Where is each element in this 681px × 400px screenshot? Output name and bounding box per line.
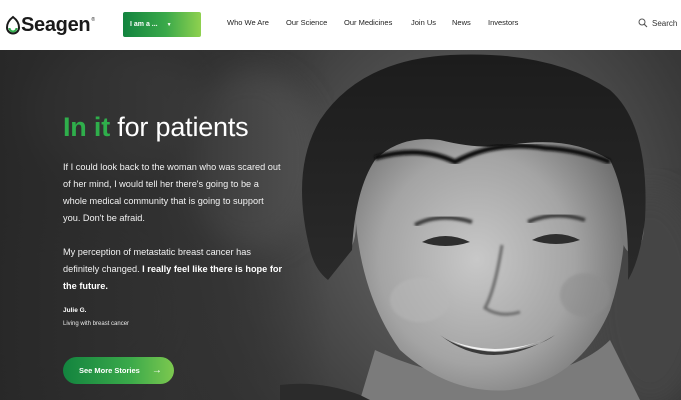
arrow-right-icon: → xyxy=(151,365,162,376)
see-more-stories-button[interactable]: See More Stories → xyxy=(63,357,174,384)
audience-selector-button[interactable]: I am a ... ▼ xyxy=(123,12,201,37)
hero-headline-rest: for patients xyxy=(110,112,249,142)
hero-section: In it for patients If I could look back … xyxy=(0,50,681,400)
nav-item-investors[interactable]: Investors xyxy=(488,18,518,27)
search-button[interactable]: Search xyxy=(638,18,677,28)
search-label: Search xyxy=(652,18,678,28)
chevron-down-icon: ▼ xyxy=(166,21,172,28)
seagen-logo[interactable]: Seagen ® xyxy=(6,13,95,37)
nav-item-who-we-are[interactable]: Who We Are xyxy=(227,18,269,27)
hero-headline: In it for patients xyxy=(63,112,249,143)
patient-portrait-image xyxy=(280,54,646,400)
registered-mark: ® xyxy=(91,17,96,23)
cta-label: See More Stories xyxy=(79,366,140,375)
nav-item-our-medicines[interactable]: Our Medicines xyxy=(344,18,392,27)
logo-wordmark: Seagen xyxy=(21,13,91,36)
seagen-logo-mark-icon xyxy=(6,15,20,35)
site-header: Seagen ® I am a ... ▼ Who We Are Our Sci… xyxy=(0,0,681,50)
hero-quote-paragraph-2: My perception of metastatic breast cance… xyxy=(63,244,283,295)
nav-item-news[interactable]: News xyxy=(452,18,471,27)
nav-item-join-us[interactable]: Join Us xyxy=(411,18,436,27)
attribution-description: Living with breast cancer xyxy=(63,321,130,327)
audience-selector-label: I am a ... xyxy=(130,21,158,28)
hero-headline-accent: In it xyxy=(63,112,110,142)
nav-item-our-science[interactable]: Our Science xyxy=(286,18,327,27)
hero-quote-paragraph-1: If I could look back to the woman who wa… xyxy=(63,162,281,223)
search-icon xyxy=(638,18,648,28)
attribution-name: Julie G. xyxy=(63,307,87,314)
